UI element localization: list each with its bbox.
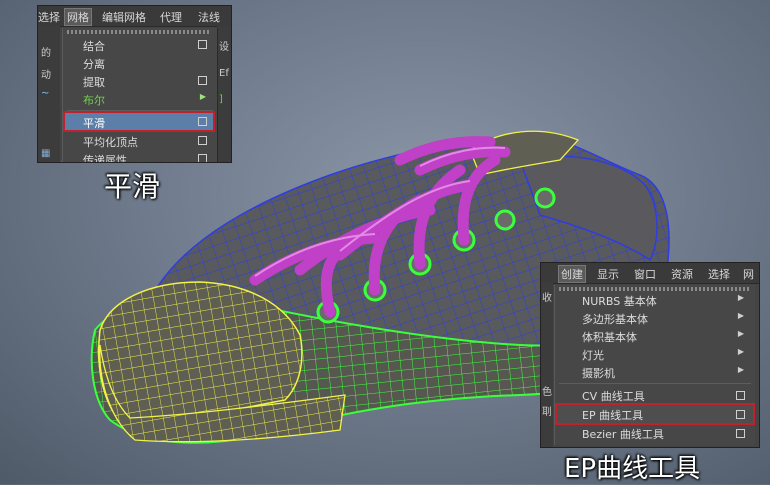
menu-item-nurbs-primitives[interactable]: NURBS 基本体 ▶ bbox=[557, 291, 753, 309]
menu-item-smooth[interactable]: 平滑 bbox=[63, 111, 215, 132]
menu-item-boolean[interactable]: 布尔 ▶ bbox=[65, 90, 213, 107]
menu-item-label: 结合 bbox=[83, 40, 105, 53]
shelf-glyph: 设 bbox=[219, 42, 229, 53]
menu-display[interactable]: 显示 bbox=[597, 266, 619, 282]
option-box-icon[interactable] bbox=[736, 429, 745, 438]
option-box-icon[interactable] bbox=[736, 410, 745, 419]
menu-item-ep-curve-tool[interactable]: EP 曲线工具 bbox=[555, 403, 755, 425]
menu-item-bezier-curve-tool[interactable]: Bezier 曲线工具 bbox=[557, 424, 753, 442]
menu-separator bbox=[559, 383, 751, 384]
menu-item-label: 布尔 bbox=[83, 94, 105, 107]
right-shelf-strip: 设 Ef ] bbox=[217, 26, 231, 162]
menu-normals[interactable]: 法线 bbox=[198, 9, 220, 25]
menubar: 创建 显示 窗口 资源 选择 网 bbox=[541, 263, 759, 284]
option-box-icon[interactable] bbox=[198, 76, 207, 85]
shelf-glyph: 动 bbox=[41, 70, 51, 81]
menu-window[interactable]: 窗口 bbox=[634, 266, 656, 282]
option-box-icon[interactable] bbox=[198, 136, 207, 145]
mesh-dropdown: 结合 分离 提取 布尔 ▶ 平滑 平均化顶点 传递属性 bbox=[62, 28, 218, 163]
shelf-glyph: 刵 bbox=[542, 407, 552, 418]
menu-item-cv-curve-tool[interactable]: CV 曲线工具 bbox=[557, 386, 753, 404]
curve-tool-icon[interactable]: ~ bbox=[41, 88, 49, 99]
menu-item-label: 提取 bbox=[83, 76, 105, 89]
bracket-icon: ] bbox=[219, 94, 223, 105]
option-box-icon[interactable] bbox=[198, 154, 207, 162]
menu-item-separate[interactable]: 分离 bbox=[65, 54, 213, 71]
caption-smooth: 平滑 bbox=[104, 170, 161, 203]
menu-item-cameras[interactable]: 摄影机 ▶ bbox=[557, 363, 753, 381]
menu-separator bbox=[67, 110, 213, 111]
submenu-arrow-icon: ▶ bbox=[737, 293, 744, 302]
submenu-arrow-icon: ▶ bbox=[737, 365, 744, 374]
menu-select[interactable]: 选择 bbox=[708, 266, 730, 282]
menu-select[interactable]: 选择 bbox=[38, 9, 60, 25]
menu-create[interactable]: 创建 bbox=[558, 265, 586, 283]
shelf-glyph: Ef bbox=[219, 68, 229, 79]
menu-mesh[interactable]: 网格 bbox=[64, 8, 92, 26]
left-shelf-strip: 的 动 ~ ▦ bbox=[38, 26, 60, 162]
menu-item-label: NURBS 基本体 bbox=[582, 295, 657, 308]
menu-item-average-vertices[interactable]: 平均化顶点 bbox=[65, 132, 213, 149]
menu-item-lights[interactable]: 灯光 ▶ bbox=[557, 345, 753, 363]
menubar: 选择 网格 编辑网格 代理 法线 bbox=[38, 6, 231, 27]
menu-item-polygon-primitives[interactable]: 多边形基本体 ▶ bbox=[557, 309, 753, 327]
menu-item-volume-primitives[interactable]: 体积基本体 ▶ bbox=[557, 327, 753, 345]
menu-item-label: 分离 bbox=[83, 58, 105, 71]
menu-mesh[interactable]: 网 bbox=[743, 266, 754, 282]
option-box-icon[interactable] bbox=[736, 391, 745, 400]
option-box-icon[interactable] bbox=[198, 40, 207, 49]
create-dropdown: NURBS 基本体 ▶ 多边形基本体 ▶ 体积基本体 ▶ 灯光 ▶ 摄影机 ▶ … bbox=[554, 285, 755, 445]
submenu-arrow-icon: ▶ bbox=[737, 329, 744, 338]
shelf-glyph: 色 bbox=[542, 387, 552, 398]
shelf-glyph: 的 bbox=[41, 48, 51, 59]
menu-item-label: EP 曲线工具 bbox=[582, 409, 644, 422]
shelf-glyph: 收 bbox=[542, 293, 552, 304]
menu-item-label: 灯光 bbox=[582, 349, 604, 362]
menu-item-label: 摄影机 bbox=[582, 367, 615, 380]
menu-assets[interactable]: 资源 bbox=[671, 266, 693, 282]
menu-item-label: 传递属性 bbox=[83, 154, 127, 163]
menu-item-extract[interactable]: 提取 bbox=[65, 72, 213, 89]
tearoff-bar[interactable] bbox=[67, 30, 211, 34]
grid-icon[interactable]: ▦ bbox=[41, 148, 50, 159]
menu-item-label: 平滑 bbox=[83, 117, 105, 130]
left-shelf-strip: 收 色 刵 bbox=[541, 283, 553, 447]
menu-item-transfer-attributes[interactable]: 传递属性 bbox=[65, 150, 213, 163]
menu-item-label: 平均化顶点 bbox=[83, 136, 138, 149]
submenu-arrow-icon: ▶ bbox=[737, 347, 744, 356]
caption-ep-curve-tool: EP曲线工具 bbox=[564, 454, 701, 484]
menu-edit-mesh[interactable]: 编辑网格 bbox=[102, 9, 146, 25]
submenu-arrow-icon: ▶ bbox=[199, 92, 206, 101]
menu-item-label: 体积基本体 bbox=[582, 331, 637, 344]
mesh-menu-panel: 选择 网格 编辑网格 代理 法线 的 动 ~ ▦ 设 Ef ] 结合 分离 提取… bbox=[37, 5, 232, 163]
option-box-icon[interactable] bbox=[198, 117, 207, 126]
menu-proxy[interactable]: 代理 bbox=[160, 9, 182, 25]
submenu-arrow-icon: ▶ bbox=[737, 311, 744, 320]
menu-item-label: 多边形基本体 bbox=[582, 313, 648, 326]
menu-item-combine[interactable]: 结合 bbox=[65, 36, 213, 53]
menu-item-label: Bezier 曲线工具 bbox=[582, 428, 664, 441]
create-menu-panel: 创建 显示 窗口 资源 选择 网 收 色 刵 NURBS 基本体 ▶ 多边形基本… bbox=[540, 262, 760, 448]
menu-item-label: CV 曲线工具 bbox=[582, 390, 645, 403]
